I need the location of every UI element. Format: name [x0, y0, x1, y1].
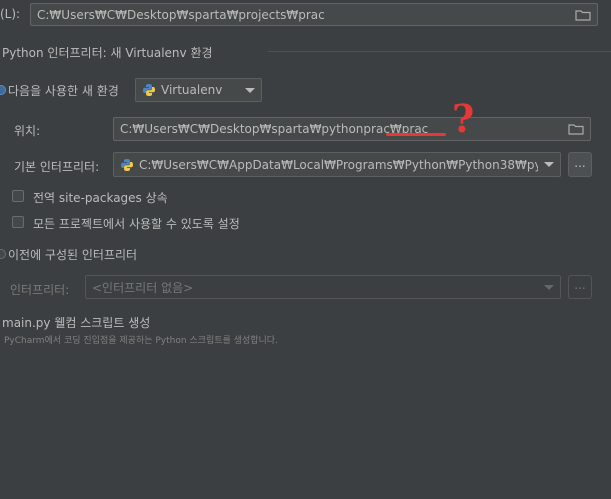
prev-interpreter-select[interactable]: <인터프리터 없음> [85, 275, 561, 299]
annotation-underline [386, 133, 446, 136]
project-location-text: C:₩Users₩C₩Desktop₩sparta₩projects₩prac [37, 7, 325, 22]
chevron-down-icon [544, 162, 554, 167]
base-interpreter-text: C:₩Users₩C₩AppData₩Local₩Programs₩Python… [139, 157, 538, 172]
folder-icon[interactable] [568, 123, 584, 135]
project-location-field[interactable]: C:₩Users₩C₩Desktop₩sparta₩projects₩prac [30, 3, 598, 26]
new-env-radio[interactable] [0, 85, 6, 95]
browse-prev-interpreter-button[interactable]: ... [568, 275, 592, 299]
venv-location-field[interactable]: C:₩Users₩C₩Desktop₩sparta₩pythonprac₩pra… [113, 117, 591, 141]
prev-interpreter-text: <인터프리터 없음> [92, 280, 194, 295]
python-icon [121, 158, 133, 171]
prev-env-radio-label[interactable]: 이전에 구성된 인터프리터 [8, 246, 137, 263]
prev-interpreter-label: 인터프리터: [10, 283, 70, 297]
venv-location-label: 위치: [14, 124, 41, 138]
chevron-down-icon [245, 87, 255, 93]
welcome-script-description: PyCharm에서 코딩 진입점을 제공하는 Python 스크립트를 생성합니… [4, 336, 278, 346]
python-icon [143, 84, 155, 96]
browse-base-interpreter-button[interactable]: ... [568, 152, 592, 177]
make-available-label[interactable]: 모든 프로젝트에서 사용할 수 있도록 설정 [33, 215, 240, 232]
annotation-question-mark: ? [452, 96, 475, 141]
inherit-site-packages-checkbox[interactable] [12, 190, 24, 202]
inherit-site-packages-label[interactable]: 전역 site-packages 상속 [33, 189, 168, 206]
new-env-radio-label[interactable]: 다음을 사용한 새 환경 [8, 82, 119, 99]
section-divider [268, 51, 611, 52]
base-interpreter-label: 기본 인터프리터: [14, 160, 100, 174]
venv-location-text: C:₩Users₩C₩Desktop₩sparta₩pythonprac₩pra… [120, 122, 429, 136]
location-label-top: (L): [0, 7, 21, 21]
welcome-script-checkbox-label[interactable]: main.py 웰컴 스크립트 생성 [2, 314, 150, 331]
env-type-select[interactable]: Virtualenv [135, 78, 262, 102]
interpreter-section-title[interactable]: Python 인터프리터: 새 Virtualenv 환경 [2, 44, 213, 61]
chevron-down-icon [544, 284, 554, 290]
make-available-checkbox[interactable] [12, 216, 24, 228]
base-interpreter-select[interactable]: C:₩Users₩C₩AppData₩Local₩Programs₩Python… [113, 152, 561, 177]
prev-env-radio[interactable] [0, 249, 6, 259]
folder-icon[interactable] [575, 9, 591, 21]
env-type-text: Virtualenv [161, 83, 223, 97]
